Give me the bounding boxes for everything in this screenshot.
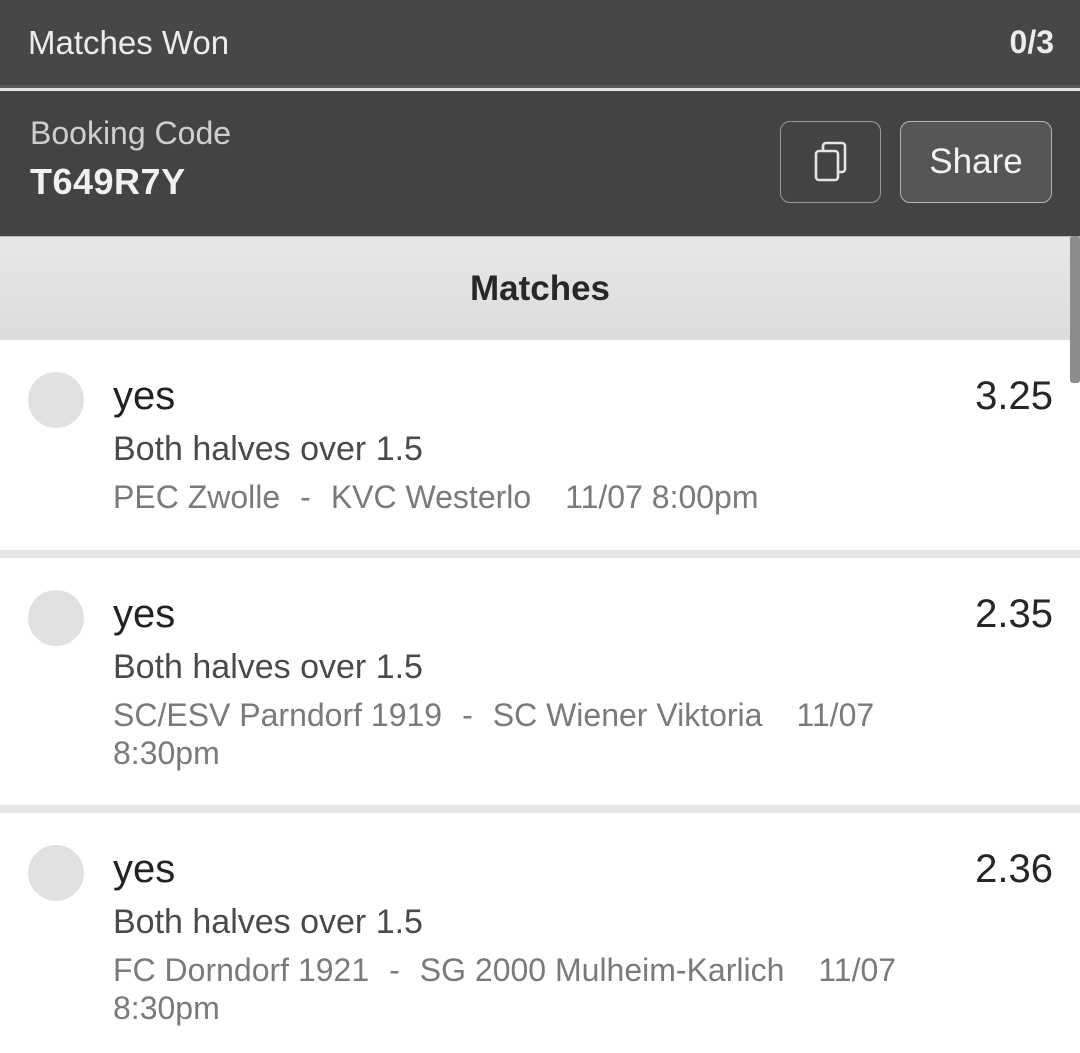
match-card[interactable]: yes 2.35 Both halves over 1.5 SC/ESV Par… [0,558,1080,805]
matches-won-value: 0/3 [1009,24,1054,60]
match-odds: 2.35 [975,592,1053,636]
match-market: Both halves over 1.5 [113,903,423,941]
booking-code-label: Booking Code [30,115,232,151]
match-details: SC/ESV Parndorf 1919- SC Wiener Viktoria 1… [113,696,933,772]
booking-code-bar: Booking Code T649R7Y Share [0,91,1080,236]
home-team: SC/ESV Parndorf 1919 [113,697,443,733]
copy-icon [814,141,846,182]
away-team: KVC Westerlo [330,479,532,515]
selection-radio[interactable] [28,845,84,901]
match-pick: yes [113,847,176,891]
home-team: FC Dorndorf 1921 [113,952,370,988]
match-pick: yes [113,592,176,636]
match-odds: 3.25 [975,374,1053,418]
betslip-page: Matches Won 0/3 Booking Code T649R7Y Sha… [0,0,1080,1053]
away-team: SC Wiener Viktoria [492,697,763,733]
match-card[interactable]: yes 2.36 Both halves over 1.5 FC Dorndor… [0,813,1080,1053]
away-team: SG 2000 Mulheim-Karlich [419,952,785,988]
match-details: PEC Zwolle - KVC Westerlo 11/07 8:00pm [113,478,933,516]
match-odds: 2.36 [975,847,1053,891]
matches-won-label: Matches Won [28,23,230,61]
selection-radio[interactable] [28,372,84,428]
matches-won-bar: Matches Won 0/3 [0,0,1080,88]
match-market: Both halves over 1.5 [113,430,423,468]
booking-code-value: T649R7Y [30,161,186,202]
copy-button[interactable] [780,121,881,203]
match-datetime: 11/07 8:00pm [565,479,759,515]
match-details: FC Dorndorf 1921- SG 2000 Mulheim-Karlich… [113,951,933,1027]
team-separator: - [389,952,400,988]
share-button[interactable]: Share [900,121,1052,203]
team-separator: - [300,479,311,515]
team-separator: - [462,697,473,733]
selection-radio[interactable] [28,590,84,646]
scrollbar[interactable] [1070,236,1080,383]
home-team: PEC Zwolle [113,479,281,515]
match-market: Both halves over 1.5 [113,648,423,686]
match-card[interactable]: yes 3.25 Both halves over 1.5 PEC Zwolle… [0,340,1080,550]
match-pick: yes [113,374,176,418]
matches-section-header: Matches [0,236,1080,340]
